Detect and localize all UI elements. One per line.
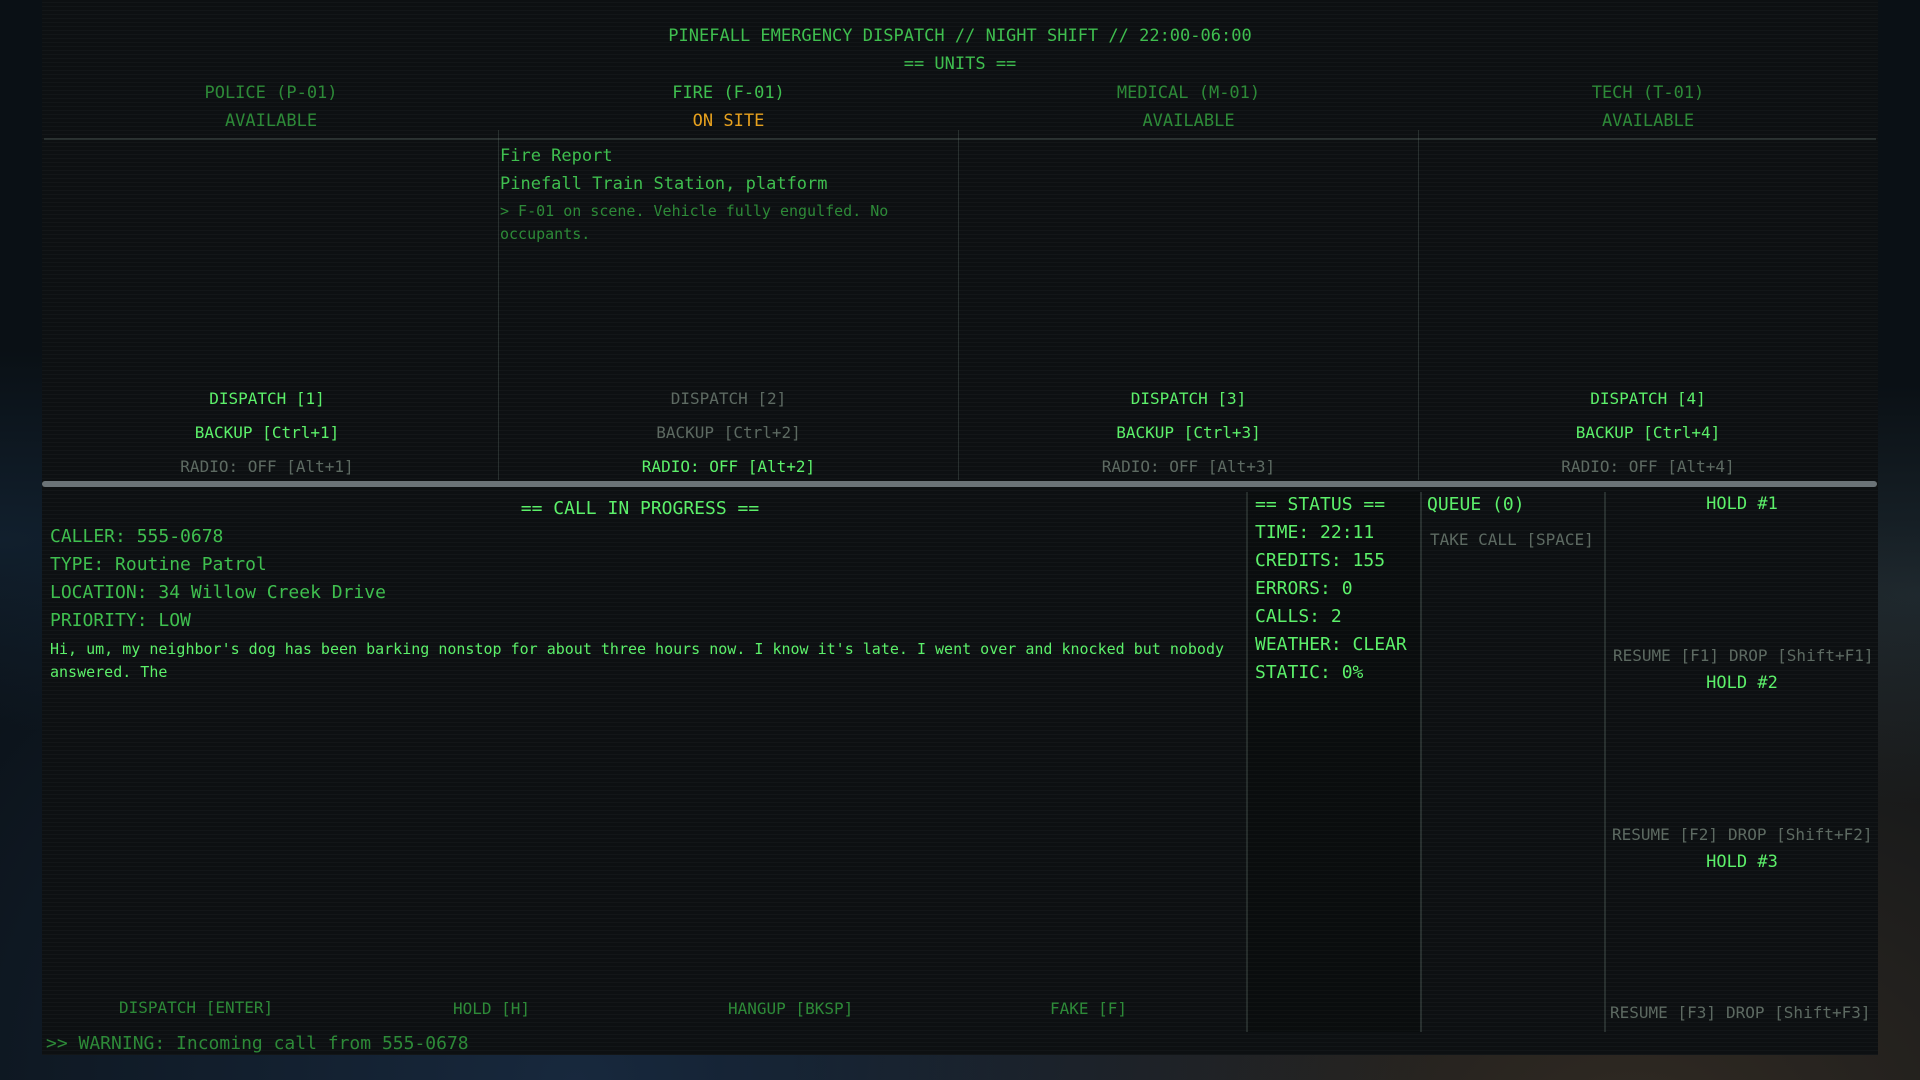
hold-2-title: HOLD #2 [1706,673,1778,693]
hold-3-resume-button[interactable]: RESUME [F3] [1610,1003,1716,1022]
radio-police-toggle[interactable]: RADIO: OFF [Alt+1] [44,457,490,476]
queue-panel-separator [1420,492,1422,1032]
app-title: PINEFALL EMERGENCY DISPATCH // NIGHT SHI… [668,26,1252,46]
unit-fire-name: FIRE (F-01) [672,83,785,103]
radio-fire-toggle[interactable]: RADIO: OFF [Alt+2] [499,457,958,476]
status-static: STATIC: 0% [1255,662,1364,683]
dispatch-fire-button[interactable]: DISPATCH [2] [499,389,958,408]
dispatch-medical-button[interactable]: DISPATCH [3] [959,389,1418,408]
hold-2-drop-button[interactable]: DROP [Shift+F2] [1728,825,1873,844]
status-panel-separator [1246,492,1248,1032]
dispatch-police-button[interactable]: DISPATCH [1] [44,389,490,408]
fire-report-note: > F-01 on scene. Vehicle fully engulfed.… [500,202,889,243]
incoming-call-warning: >> WARNING: Incoming call from 555-0678 [46,1033,469,1054]
call-dispatch-button[interactable]: DISPATCH [ENTER] [119,998,273,1017]
backup-medical-button[interactable]: BACKUP [Ctrl+3] [959,423,1418,442]
terminal-screen [42,0,1878,1055]
call-transcript: Hi, um, my neighbor's dog has been barki… [50,640,1224,681]
call-priority: PRIORITY: LOW [50,610,191,631]
call-caller: CALLER: 555-0678 [50,526,224,547]
queue-heading: QUEUE (0) [1427,494,1525,515]
status-panel-bg [1246,492,1420,1032]
call-type: TYPE: Routine Patrol [50,554,267,575]
radio-medical-toggle[interactable]: RADIO: OFF [Alt+3] [959,457,1418,476]
status-heading: == STATUS == [1255,494,1386,515]
take-call-button[interactable]: TAKE CALL [SPACE] [1430,530,1594,549]
unit-medical-name: MEDICAL (M-01) [1116,83,1261,103]
backup-tech-button[interactable]: BACKUP [Ctrl+4] [1419,423,1877,442]
fire-report-location: Pinefall Train Station, platform [500,174,828,194]
hold-panel-separator [1604,492,1606,1032]
units-header-rule [44,138,1876,140]
hold-3-drop-button[interactable]: DROP [Shift+F3] [1726,1003,1871,1022]
radio-tech-toggle[interactable]: RADIO: OFF [Alt+4] [1419,457,1877,476]
dispatch-tech-button[interactable]: DISPATCH [4] [1419,389,1877,408]
backup-police-button[interactable]: BACKUP [Ctrl+1] [44,423,490,442]
call-hold-button[interactable]: HOLD [H] [453,999,530,1018]
unit-fire-status: ON SITE [692,111,765,131]
status-weather: WEATHER: CLEAR [1255,634,1407,655]
call-location: LOCATION: 34 Willow Creek Drive [50,582,386,603]
hold-1-resume-button[interactable]: RESUME [F1] [1613,646,1719,665]
status-time: TIME: 22:11 [1255,522,1375,543]
fire-report-title: Fire Report [500,146,613,166]
hold-1-drop-button[interactable]: DROP [Shift+F1] [1729,646,1874,665]
panel-divider-scrollbar[interactable] [42,481,1877,487]
call-hangup-button[interactable]: HANGUP [BKSP] [728,999,853,1018]
unit-medical-status: AVAILABLE [1142,111,1235,131]
unit-police-status: AVAILABLE [224,111,318,131]
status-errors: ERRORS: 0 [1255,578,1353,599]
status-credits: CREDITS: 155 [1255,550,1386,571]
unit-tech-name: TECH (T-01) [1591,83,1705,103]
hold-3-title: HOLD #3 [1706,852,1778,872]
call-heading: == CALL IN PROGRESS == [520,498,760,519]
call-fake-button[interactable]: FAKE [F] [1050,999,1127,1018]
unit-tech-status: AVAILABLE [1601,111,1695,131]
status-calls: CALLS: 2 [1255,606,1342,627]
backup-fire-button[interactable]: BACKUP [Ctrl+2] [499,423,958,442]
hold-1-title: HOLD #1 [1706,494,1778,514]
unit-police-name: POLICE (P-01) [204,83,338,103]
units-heading: == UNITS == [903,54,1017,74]
hold-2-resume-button[interactable]: RESUME [F2] [1612,825,1718,844]
